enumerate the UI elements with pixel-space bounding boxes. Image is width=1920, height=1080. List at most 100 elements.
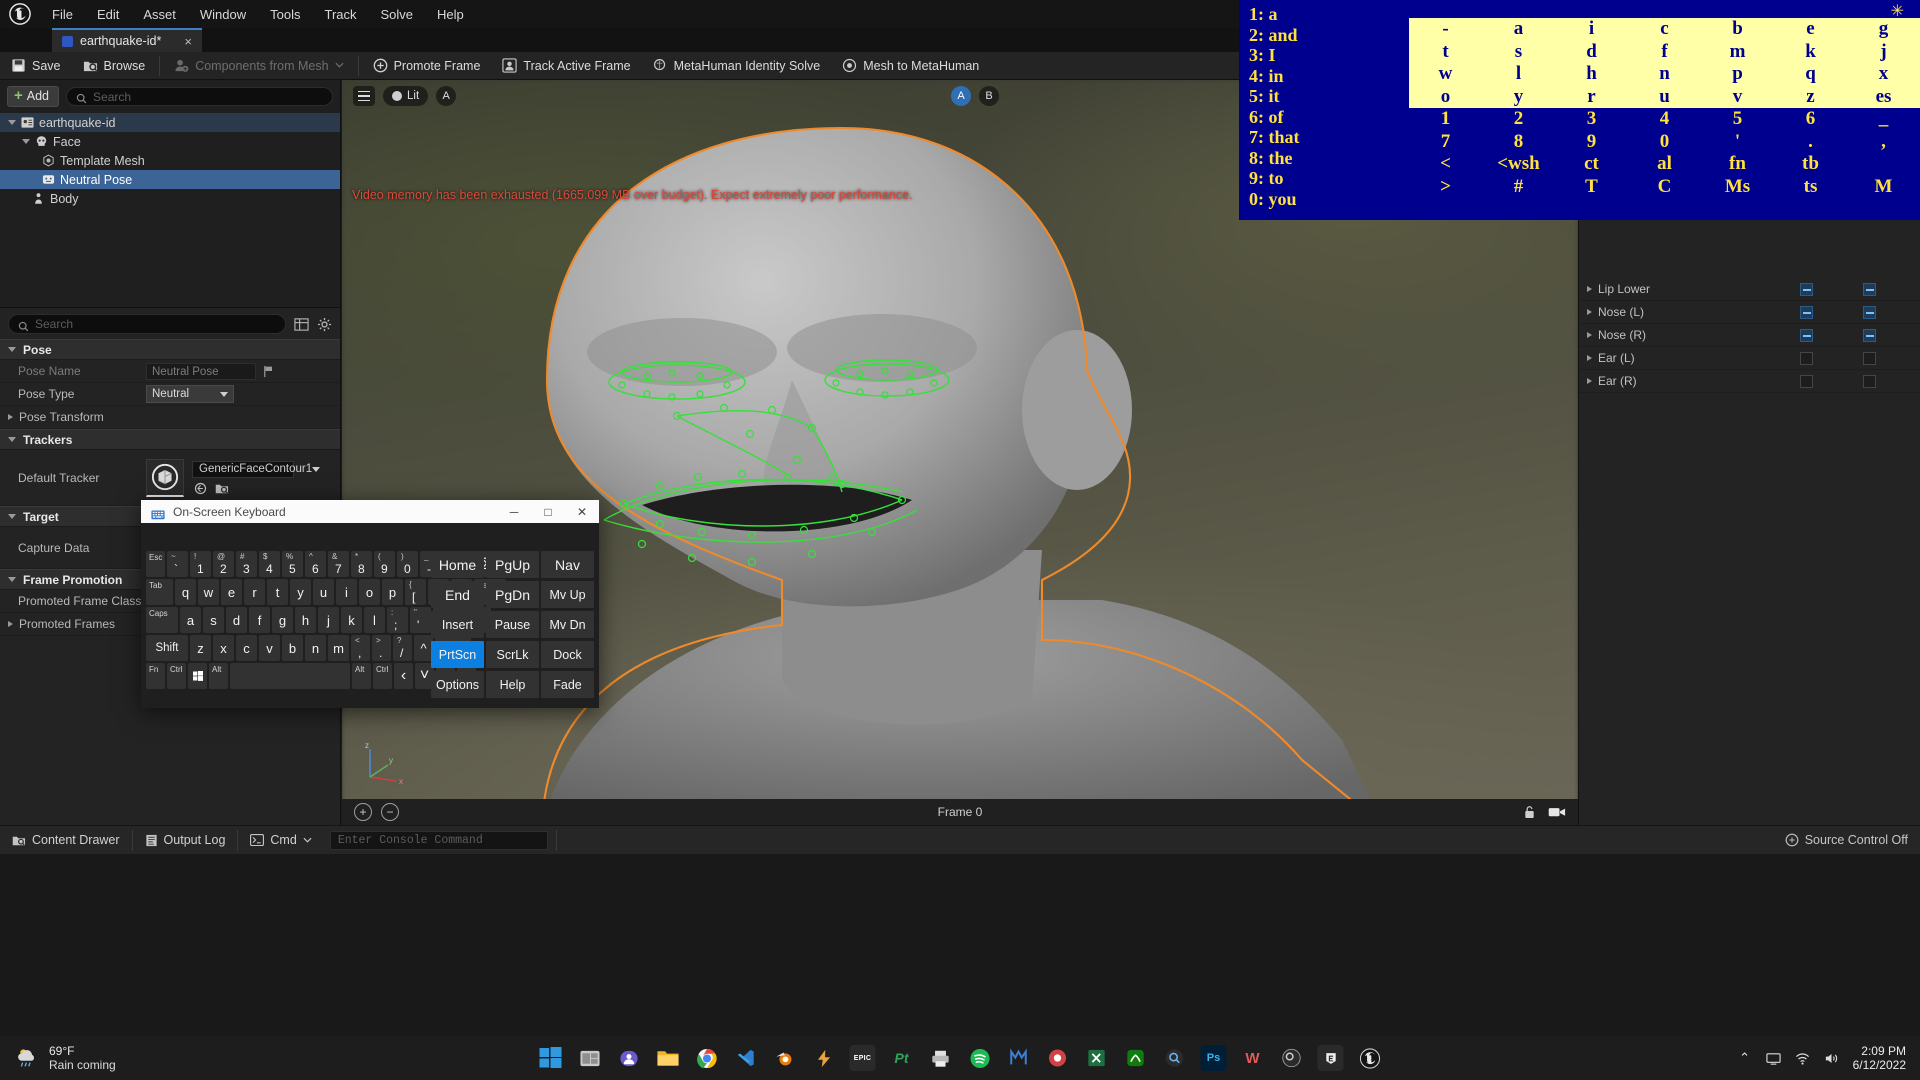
key-period[interactable]: >. xyxy=(372,635,391,661)
key-i[interactable]: i xyxy=(336,579,357,605)
key-s[interactable]: s xyxy=(203,607,224,633)
cmd-dropdown[interactable]: Cmd xyxy=(238,826,323,855)
menu-window[interactable]: Window xyxy=(188,3,258,26)
menu-track[interactable]: Track xyxy=(312,3,368,26)
key-options[interactable]: Options xyxy=(431,671,484,698)
clock[interactable]: 2:09 PM 6/12/2022 xyxy=(1853,1044,1906,1072)
key-k[interactable]: k xyxy=(341,607,362,633)
aac-cell[interactable]: . xyxy=(1774,131,1847,154)
aac-cell[interactable]: ts xyxy=(1774,176,1847,199)
aac-cell[interactable]: 5 xyxy=(1701,108,1774,131)
key-t[interactable]: t xyxy=(267,579,288,605)
chevron-right-icon[interactable] xyxy=(1587,332,1592,338)
key-e[interactable]: e xyxy=(221,579,242,605)
aac-cell[interactable]: 7 xyxy=(1409,131,1482,154)
aac-cell[interactable]: p xyxy=(1701,63,1774,86)
aac-cell[interactable]: a xyxy=(1482,18,1555,41)
key-scrlk[interactable]: ScrLk xyxy=(486,641,539,668)
aac-cell[interactable]: 3 xyxy=(1555,108,1628,131)
aac-word-0[interactable]: 0: you xyxy=(1249,189,1409,210)
key-dock[interactable]: Dock xyxy=(541,641,594,668)
key-ctrl-right[interactable]: Ctrl xyxy=(373,663,392,689)
key-arrow-left[interactable]: ‹ xyxy=(394,663,413,689)
outliner-item-body[interactable]: Body xyxy=(0,189,340,208)
mesh-to-metahuman-button[interactable]: Mesh to MetaHuman xyxy=(831,52,990,80)
key-5[interactable]: % 5 xyxy=(282,551,303,577)
aac-cell[interactable]: 2 xyxy=(1482,108,1555,131)
checkbox-col2[interactable] xyxy=(1863,374,1876,388)
save-button[interactable]: Save xyxy=(0,52,72,80)
key-bracket-left[interactable]: {[ xyxy=(405,579,426,605)
close-icon[interactable]: ✕ xyxy=(565,500,599,523)
key-h[interactable]: h xyxy=(295,607,316,633)
aac-cell[interactable]: al xyxy=(1628,153,1701,176)
key-7[interactable]: & 7 xyxy=(328,551,349,577)
view-mode-lit-button[interactable]: Lit xyxy=(383,86,429,106)
key-fade[interactable]: Fade xyxy=(541,671,594,698)
close-icon[interactable]: × xyxy=(184,34,192,49)
section-header-pose[interactable]: Pose xyxy=(0,339,340,360)
metahuman-identity-solve-button[interactable]: MetaHuman Identity Solve xyxy=(642,52,832,80)
minimize-icon[interactable]: ─ xyxy=(497,500,531,523)
key-pgdn[interactable]: PgDn xyxy=(486,581,539,608)
key-c[interactable]: c xyxy=(236,635,257,661)
checkbox-col1[interactable] xyxy=(1800,305,1813,319)
key-y[interactable]: y xyxy=(290,579,311,605)
viewport-menu-icon[interactable] xyxy=(353,86,375,106)
chevron-right-icon[interactable] xyxy=(1587,355,1592,361)
key-r[interactable]: r xyxy=(244,579,265,605)
key-w[interactable]: w xyxy=(198,579,219,605)
key-0[interactable]: ) 0 xyxy=(397,551,418,577)
aac-word-9[interactable]: 9: to xyxy=(1249,168,1409,189)
aac-overlay-panel[interactable]: 1: a 2: and 3: I 4: in 5: it 6: of 7: th… xyxy=(1239,0,1920,220)
checkbox-col2[interactable] xyxy=(1863,305,1876,319)
key-q[interactable]: q xyxy=(175,579,196,605)
search-icon[interactable] xyxy=(1162,1045,1188,1071)
spotify-icon[interactable] xyxy=(967,1045,993,1071)
aac-cell[interactable]: k xyxy=(1774,41,1847,64)
key-v[interactable]: v xyxy=(259,635,280,661)
key-f[interactable]: f xyxy=(249,607,270,633)
aac-cell[interactable] xyxy=(1847,153,1920,176)
aac-word-5[interactable]: 5: it xyxy=(1249,86,1409,107)
checkbox-col1[interactable] xyxy=(1800,351,1813,365)
aac-cell[interactable]: _ xyxy=(1847,108,1920,131)
pt-icon[interactable]: Pt xyxy=(889,1045,915,1071)
pose-type-dropdown[interactable]: Neutral xyxy=(146,385,234,403)
key-insert[interactable]: Insert xyxy=(431,611,484,638)
aac-word-3[interactable]: 3: I xyxy=(1249,45,1409,66)
key-4[interactable]: $4 xyxy=(259,551,280,577)
widgets-icon[interactable] xyxy=(577,1045,603,1071)
console-command-input[interactable]: Enter Console Command xyxy=(329,830,548,850)
key-comma[interactable]: <, xyxy=(351,635,370,661)
property-row-pose-transform[interactable]: Pose Transform xyxy=(0,406,340,429)
right-row-nose-l[interactable]: Nose (L) xyxy=(1579,301,1920,324)
aac-word-7[interactable]: 7: that xyxy=(1249,127,1409,148)
volume-icon[interactable] xyxy=(1824,1050,1840,1066)
aac-cell[interactable]: h xyxy=(1555,63,1628,86)
key-windows[interactable] xyxy=(188,663,207,689)
excel-icon[interactable] xyxy=(1084,1045,1110,1071)
aac-cell[interactable]: 8 xyxy=(1482,131,1555,154)
aac-cell[interactable]: c xyxy=(1628,18,1701,41)
key-quote[interactable]: " ' xyxy=(410,607,431,633)
key-9[interactable]: (9 xyxy=(374,551,395,577)
key-caps[interactable]: Caps xyxy=(146,607,178,633)
browse-to-asset-icon[interactable] xyxy=(194,482,207,495)
grid-view-icon[interactable] xyxy=(294,317,309,332)
checkbox-col1[interactable] xyxy=(1800,328,1813,342)
aac-cell[interactable]: e xyxy=(1774,18,1847,41)
monitor-icon[interactable] xyxy=(1766,1050,1782,1066)
chevron-right-icon[interactable] xyxy=(1587,309,1592,315)
blender-icon[interactable] xyxy=(772,1045,798,1071)
xbox-icon[interactable] xyxy=(1123,1045,1149,1071)
aac-cell[interactable]: 6 xyxy=(1774,108,1847,131)
wondershare-icon[interactable]: W xyxy=(1240,1045,1266,1071)
key-o[interactable]: o xyxy=(359,579,380,605)
aac-cell[interactable]: x xyxy=(1847,63,1920,86)
tracker-thumbnail[interactable] xyxy=(146,458,184,497)
stereo-toggle-a[interactable]: A xyxy=(951,86,971,106)
checkbox-col1[interactable] xyxy=(1800,374,1813,388)
aac-cell[interactable]: Ms xyxy=(1701,176,1774,199)
aac-cell[interactable]: o xyxy=(1409,86,1482,109)
